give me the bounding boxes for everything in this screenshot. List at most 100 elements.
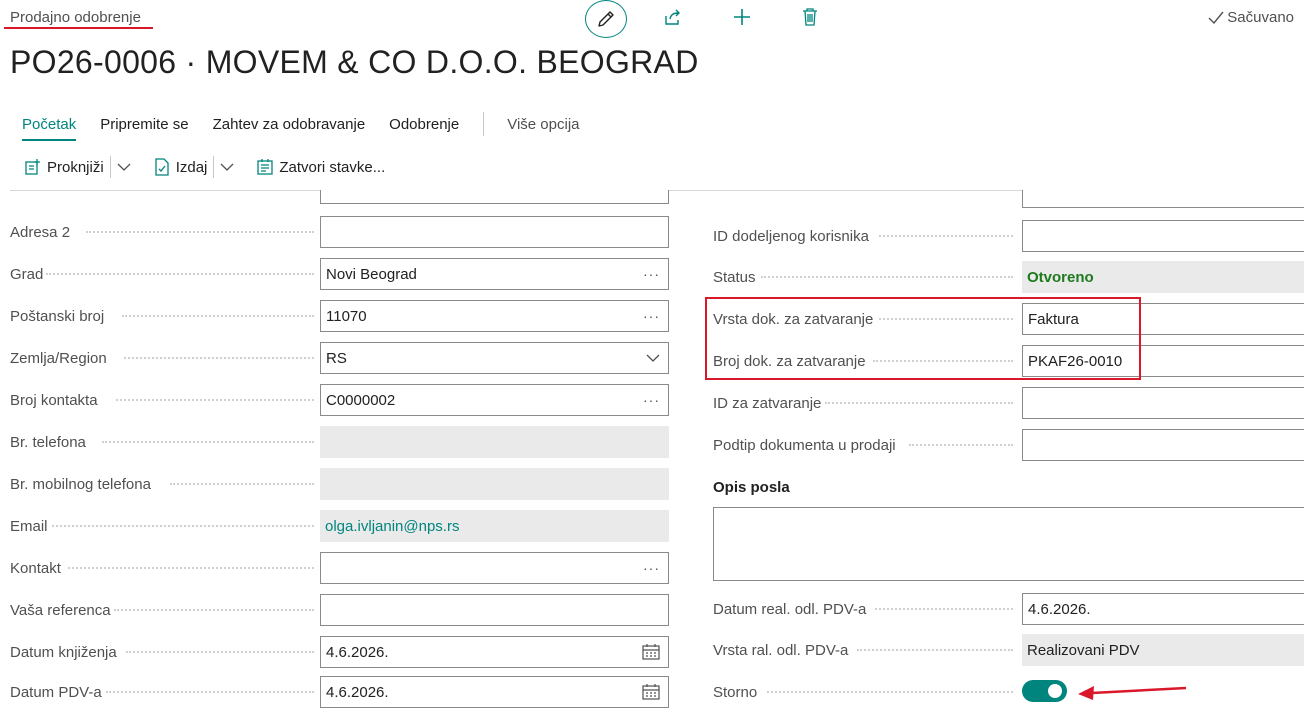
field-podtip-dokumenta: Podtip dokumenta u prodaji xyxy=(713,429,1304,461)
right-field-partial[interactable] xyxy=(1022,190,1304,208)
broj-kontakta-input[interactable]: C0000002 ··· xyxy=(320,384,669,416)
field-label: Datum knjiženja xyxy=(10,643,117,661)
action-tabs: Početak Pripremite se Zahtev za odobrava… xyxy=(22,112,604,141)
field-label: Poštanski broj xyxy=(10,307,105,325)
post-label: Proknjiži xyxy=(47,158,104,176)
field-label: Br. telefona xyxy=(10,433,86,451)
post-button[interactable]: Proknjiži xyxy=(24,158,104,176)
close-lines-button[interactable]: Zatvori stavke... xyxy=(256,158,385,176)
close-lines-label: Zatvori stavke... xyxy=(279,158,386,176)
lookup-icon[interactable]: ··· xyxy=(643,259,660,289)
document-lines-icon xyxy=(257,159,274,175)
pencil-icon xyxy=(598,11,614,27)
share-icon xyxy=(665,9,680,25)
datum-knjizenja-input[interactable]: 4.6.2026. xyxy=(320,636,669,668)
zemlja-region-select[interactable]: RS xyxy=(320,342,669,374)
chevron-down-icon xyxy=(117,163,131,171)
plus-icon xyxy=(734,9,750,25)
delete-button[interactable] xyxy=(799,6,821,28)
zemlja-region-value: RS xyxy=(326,349,347,367)
datum-pdv-input[interactable]: 4.6.2026. xyxy=(320,676,669,708)
annotation-arrow xyxy=(1078,686,1187,700)
field-label: Podtip dokumenta u prodaji xyxy=(713,436,896,454)
post-dropdown[interactable] xyxy=(109,156,131,178)
field-kontakt: Kontakt ··· xyxy=(10,552,670,584)
status-value: Otvoreno xyxy=(1022,261,1304,293)
page-title: PO26-0006 · MOVEM & CO D.O.O. BEOGRAD xyxy=(10,44,699,80)
datum-real-odl-pdv-input[interactable]: 4.6.2026. xyxy=(1022,593,1304,625)
field-storno: Storno xyxy=(713,676,1304,708)
field-label: Broj kontakta xyxy=(10,391,98,409)
grad-input[interactable]: Novi Beograd ··· xyxy=(320,258,669,290)
field-vasa-referenca: Vaša referenca xyxy=(10,594,670,626)
datum-pdv-value: 4.6.2026. xyxy=(326,683,389,701)
email-link[interactable]: olga.ivljanin@nps.rs xyxy=(320,510,669,542)
opis-posla-textarea[interactable] xyxy=(713,507,1304,581)
field-label: Storno xyxy=(713,683,758,701)
chevron-down-icon xyxy=(220,163,234,171)
broj-kontakta-value: C0000002 xyxy=(326,391,396,409)
field-zemlja-region: Zemlja/Region RS xyxy=(10,342,670,374)
field-label: Kontakt xyxy=(10,559,61,577)
postanski-broj-input[interactable]: 11070 ··· xyxy=(320,300,669,332)
field-label: Vrsta ral. odl. PDV-a xyxy=(713,641,849,659)
saved-status: Sačuvano xyxy=(1208,9,1294,26)
issue-icon xyxy=(155,158,169,176)
postanski-broj-value: 11070 xyxy=(326,307,367,325)
tab-pripremite-se[interactable]: Pripremite se xyxy=(100,116,188,133)
field-label: ID za zatvaranje xyxy=(713,394,822,412)
br-telefona-value xyxy=(320,426,669,458)
tab-vise-opcija[interactable]: Više opcija xyxy=(507,116,579,133)
kontakt-input[interactable]: ··· xyxy=(320,552,669,584)
highlight-box xyxy=(705,297,1141,380)
grad-value: Novi Beograd xyxy=(326,265,417,283)
lookup-icon[interactable]: ··· xyxy=(643,385,660,415)
vasa-referenca-input[interactable] xyxy=(320,594,669,626)
share-button[interactable] xyxy=(662,6,684,28)
calendar-icon[interactable] xyxy=(642,677,660,707)
saved-label: Sačuvano xyxy=(1227,9,1294,26)
field-br-telefona: Br. telefona xyxy=(10,426,670,458)
edit-button[interactable] xyxy=(585,0,627,38)
field-postanski-broj: Poštanski broj 11070 ··· xyxy=(10,300,670,332)
issue-button[interactable]: Izdaj xyxy=(153,158,208,176)
id-za-zatvaranje-input[interactable] xyxy=(1022,387,1304,419)
podtip-dokumenta-input[interactable] xyxy=(1022,429,1304,461)
id-dodeljenog-korisnika-input[interactable] xyxy=(1022,220,1304,252)
trash-icon xyxy=(803,8,817,26)
field-label: Grad xyxy=(10,265,44,283)
tab-odobrenje[interactable]: Odobrenje xyxy=(389,116,459,133)
calendar-icon[interactable] xyxy=(642,637,660,667)
issue-label: Izdaj xyxy=(175,158,208,176)
field-label: Datum real. odl. PDV-a xyxy=(713,600,867,618)
issue-dropdown[interactable] xyxy=(213,156,234,178)
field-label: Br. mobilnog telefona xyxy=(10,475,151,493)
tab-zahtev-za-odobravanje[interactable]: Zahtev za odobravanje xyxy=(213,116,366,133)
field-datum-pdv: Datum PDV-a 4.6.2026. xyxy=(10,676,670,708)
field-label: Datum PDV-a xyxy=(10,683,102,701)
new-button[interactable] xyxy=(731,6,753,28)
storno-toggle[interactable] xyxy=(1022,680,1067,702)
breadcrumb[interactable]: Prodajno odobrenje xyxy=(10,9,141,26)
field-label: Email xyxy=(10,517,48,535)
br-mobilnog-telefona-value xyxy=(320,468,669,500)
adresa-2-input[interactable] xyxy=(320,216,669,248)
vrsta-ral-odl-pdv-value: Realizovani PDV xyxy=(1022,634,1304,666)
breadcrumb-underline xyxy=(4,27,153,29)
lookup-icon[interactable]: ··· xyxy=(643,553,660,583)
field-grad: Grad Novi Beograd ··· xyxy=(10,258,670,290)
field-label: Zemlja/Region xyxy=(10,349,107,367)
chevron-down-icon[interactable] xyxy=(646,343,660,373)
field-label: Vaša referenca xyxy=(10,601,111,619)
field-label: ID dodeljenog korisnika xyxy=(713,227,869,245)
address-field-partial[interactable] xyxy=(320,190,669,204)
tab-pocetak[interactable]: Početak xyxy=(22,116,77,141)
tab-divider xyxy=(483,112,485,136)
field-label: Status xyxy=(713,268,756,286)
post-icon xyxy=(25,159,40,175)
opis-posla-heading: Opis posla xyxy=(713,479,790,496)
check-icon xyxy=(1208,11,1224,24)
lookup-icon[interactable]: ··· xyxy=(643,301,660,331)
field-label: Adresa 2 xyxy=(10,223,71,241)
datum-knjizenja-value: 4.6.2026. xyxy=(326,643,389,661)
